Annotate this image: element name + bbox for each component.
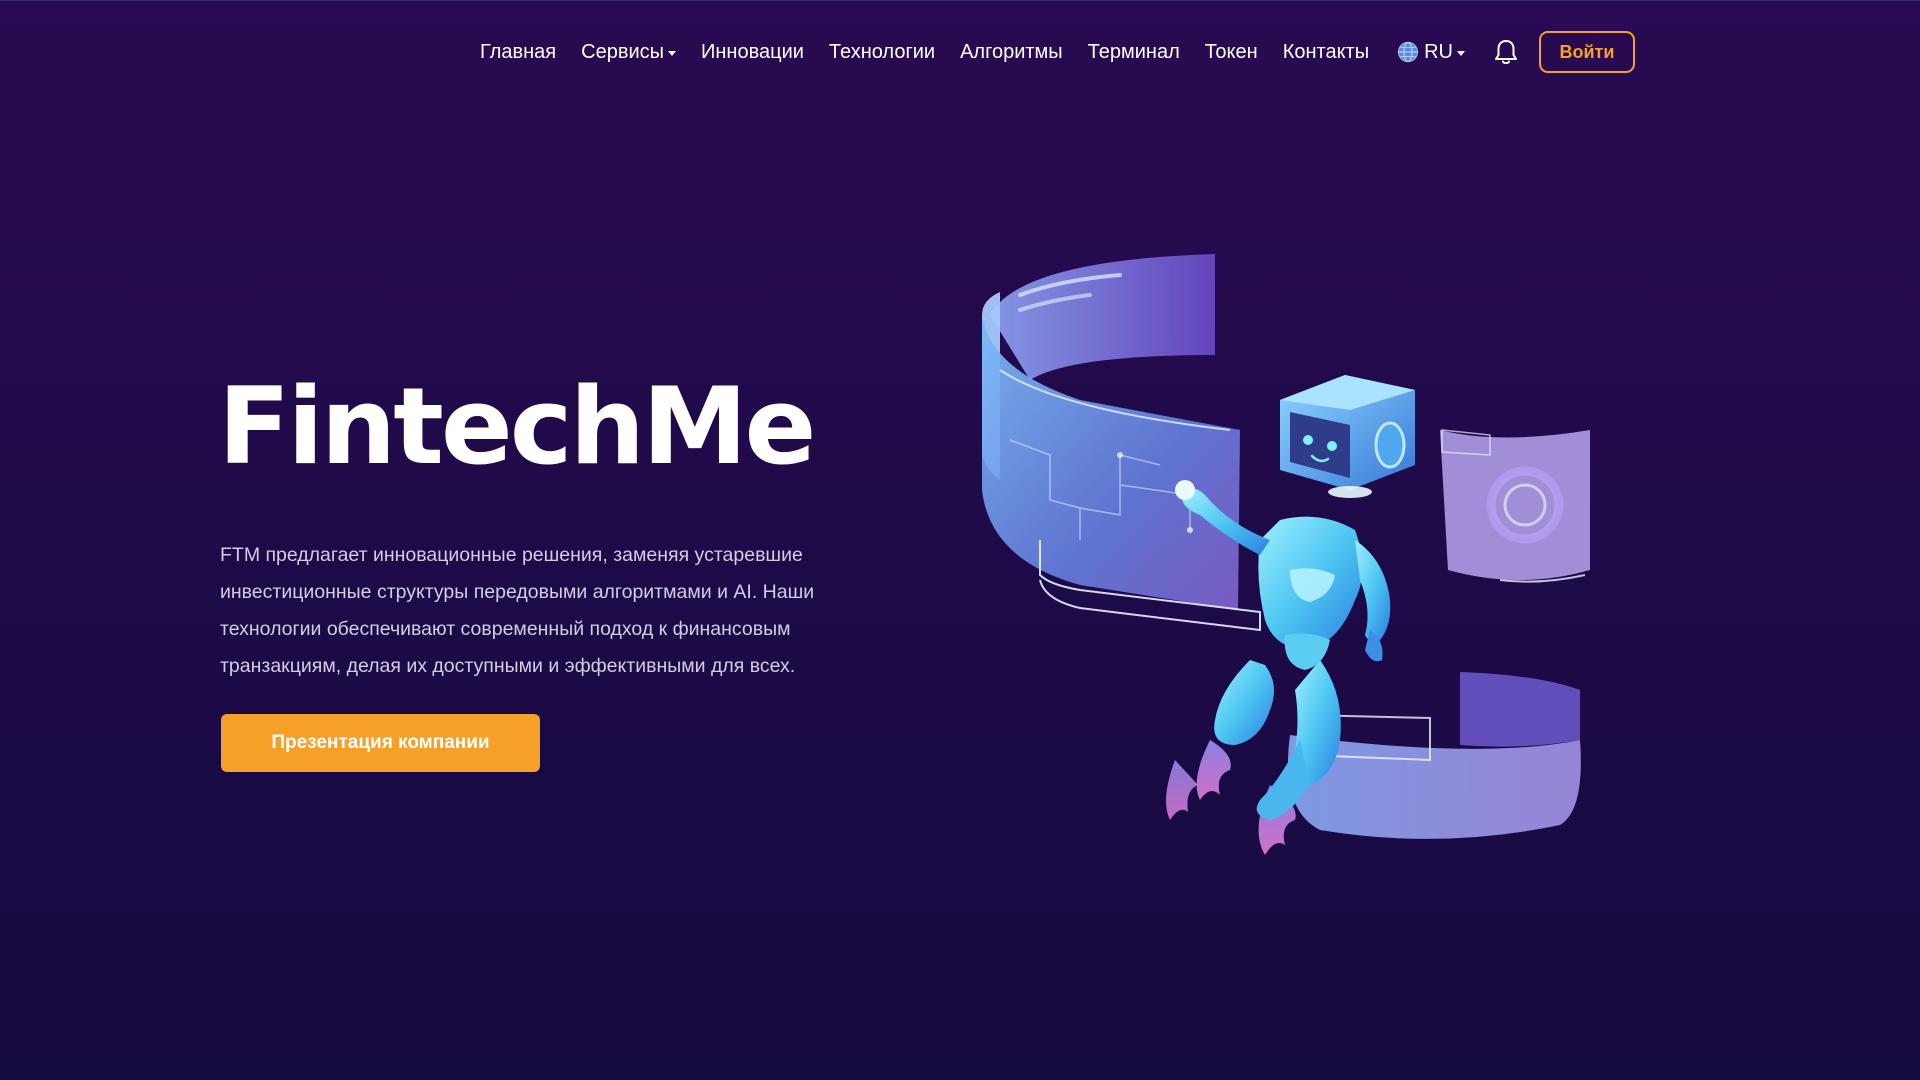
nav-item-token[interactable]: Токен: [1205, 41, 1258, 64]
nav-item-label: Токен: [1204, 40, 1258, 63]
nav-item-services[interactable]: Сервисы: [581, 41, 676, 64]
login-button[interactable]: Войти: [1538, 31, 1635, 73]
nav-item-label: Алгоритмы: [960, 40, 1063, 63]
nav-item-algorithms[interactable]: Алгоритмы: [960, 41, 1063, 64]
nav-item-label: Сервисы: [581, 40, 664, 63]
page-title: FintechMe: [218, 365, 816, 488]
nav-item-innovations[interactable]: Инновации: [701, 41, 804, 64]
main-navigation: Главная Сервисы Инновации Технологии Алг…: [480, 29, 1635, 75]
hero-description: FTM предлагает инновационные решения, за…: [220, 544, 815, 677]
globe-icon: [1398, 41, 1419, 63]
bell-icon[interactable]: [1491, 37, 1521, 67]
nav-item-terminal[interactable]: Терминал: [1088, 41, 1180, 64]
chevron-down-icon: [1456, 50, 1465, 56]
nav-item-label: Главная: [480, 40, 557, 63]
top-border: [0, 0, 1920, 1]
nav-item-label: Контакты: [1282, 40, 1370, 63]
nav-item-home[interactable]: Главная: [480, 41, 556, 64]
nav-item-label: Терминал: [1087, 40, 1180, 63]
company-presentation-button[interactable]: Презентация компании: [221, 714, 540, 772]
nav-item-label: Инновации: [701, 40, 804, 63]
nav-item-label: Технологии: [828, 40, 936, 63]
language-label: RU: [1424, 40, 1453, 63]
nav-item-technologies[interactable]: Технологии: [829, 41, 935, 64]
nav-item-contacts[interactable]: Контакты: [1283, 41, 1369, 64]
robot-illustration: [982, 254, 1590, 855]
chevron-down-icon: [668, 50, 676, 56]
language-selector[interactable]: RU: [1397, 41, 1465, 64]
